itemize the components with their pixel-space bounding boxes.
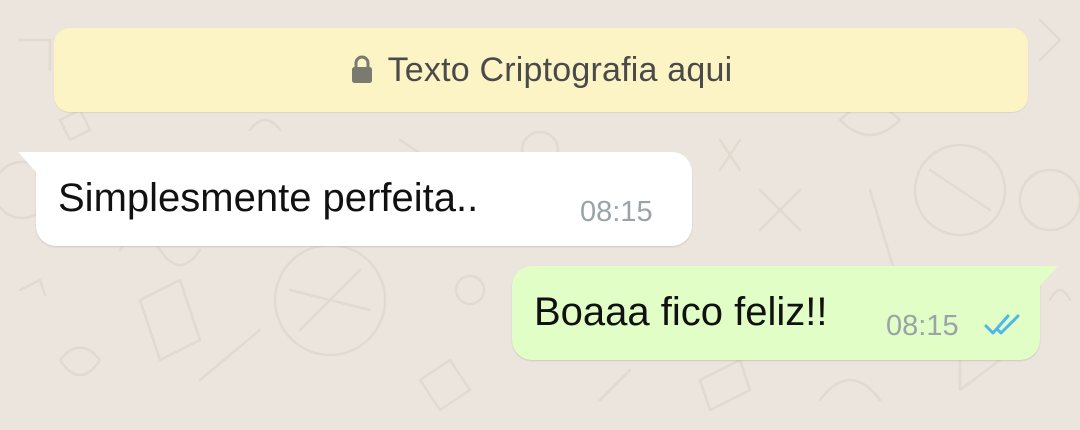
lock-icon (351, 55, 372, 83)
bubble-tail-icon (18, 152, 38, 174)
incoming-message-bubble[interactable]: Simplesmente perfeita.. 08:15 (18, 152, 692, 246)
outgoing-message-bubble[interactable]: Boaaa fico feliz!! 08:15 (512, 266, 1058, 360)
message-timestamp: 08:15 (886, 310, 959, 342)
message-timestamp: 08:15 (580, 196, 653, 228)
double-check-read-icon (984, 314, 1020, 335)
encryption-notice-text: Texto Criptografia aqui (387, 50, 733, 89)
message-text: Boaaa fico feliz!! (534, 290, 828, 334)
bubble-tail-icon (1038, 266, 1058, 288)
encryption-notice[interactable]: Texto Criptografia aqui (54, 28, 1028, 112)
message-text: Simplesmente perfeita.. (58, 176, 479, 220)
